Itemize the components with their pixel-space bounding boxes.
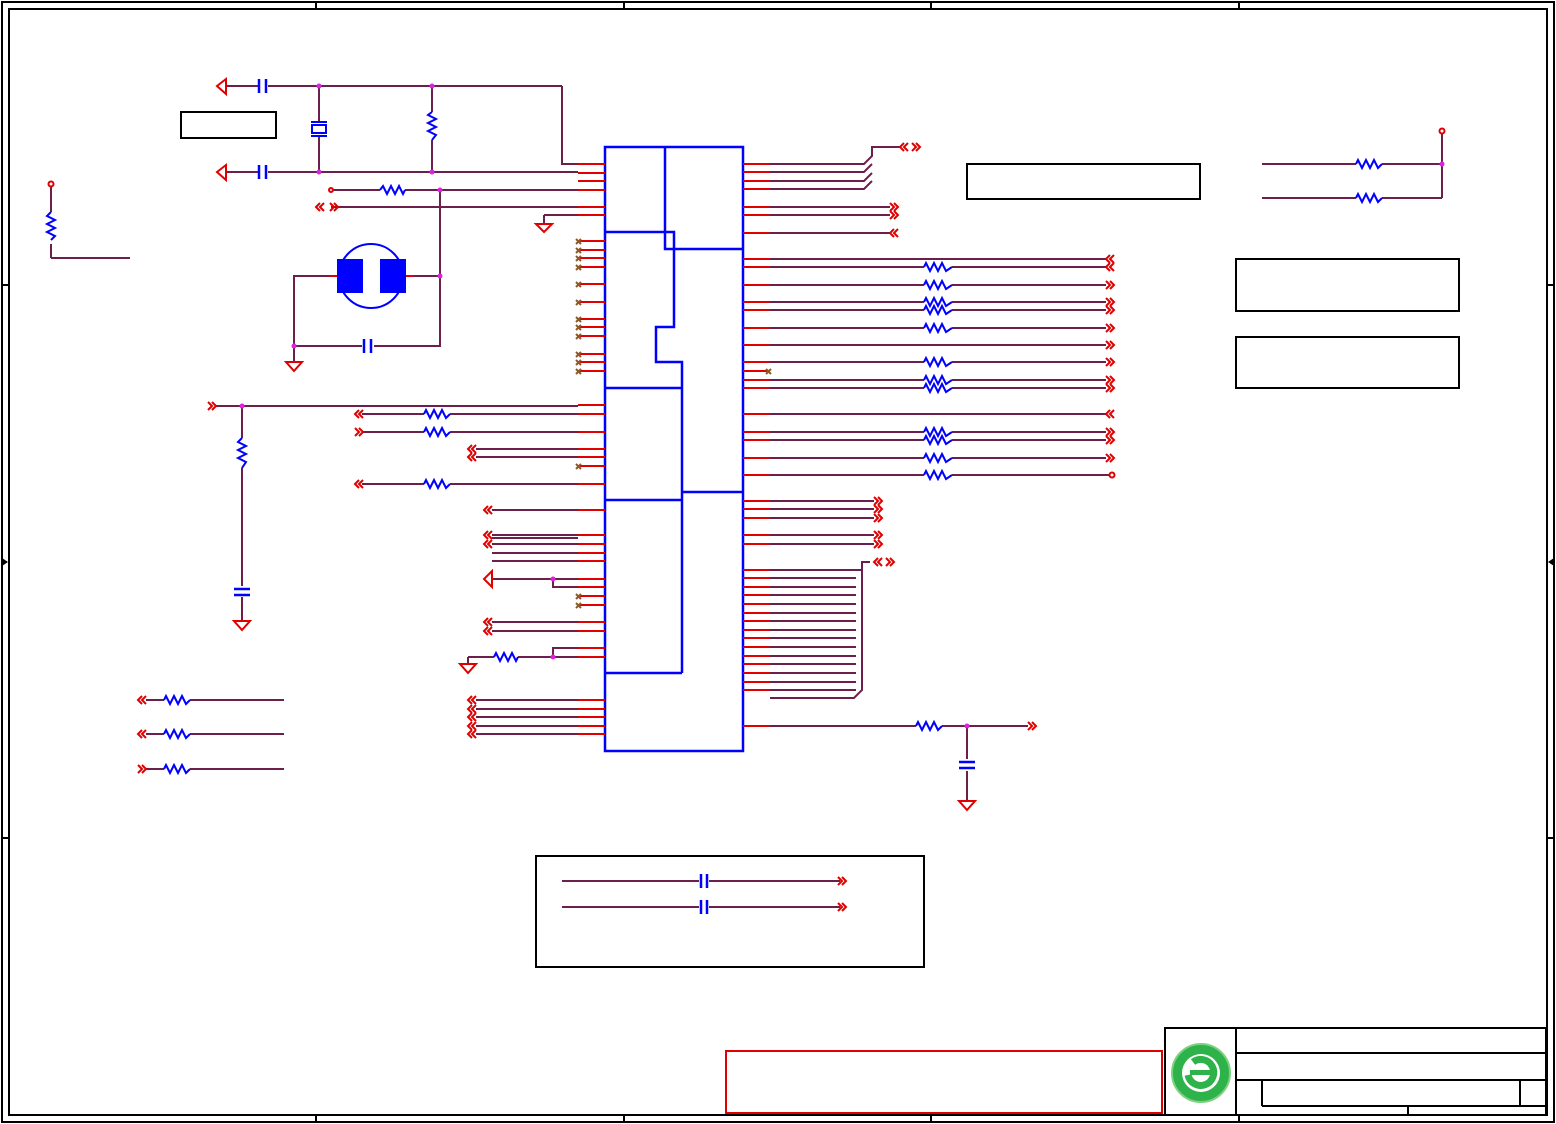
resonator-icon (329, 243, 414, 309)
resistor-icon (44, 211, 58, 241)
offpage-connector-icon (873, 496, 884, 506)
offpage-connector-icon (136, 729, 147, 739)
offpage-connector-icon (1105, 323, 1116, 333)
offpage-connector-icon (466, 695, 477, 705)
offpage-connector-icon (1105, 453, 1116, 463)
wires (50, 85, 1443, 908)
offpage-connector-icon (889, 202, 900, 212)
resistor-icon (923, 373, 953, 387)
offpage-connector-icon (466, 712, 477, 722)
ground-icon (231, 620, 253, 632)
offpage-connector-icon (1027, 721, 1038, 731)
main-ic (603, 145, 745, 753)
resistor-icon (493, 650, 519, 664)
resistor-icon (923, 295, 953, 309)
ground-icon (956, 800, 978, 812)
offpage-connector-icon (1105, 383, 1116, 393)
resistor-icon (163, 727, 191, 741)
capacitor-icon (257, 79, 268, 93)
offpage-connector-icon (354, 427, 365, 437)
resistor-icon (235, 437, 249, 469)
capacitor-icon (234, 587, 250, 597)
offpage-connector-icon (1105, 340, 1116, 350)
capacitor-icon (257, 165, 268, 179)
offpage-connector-icon (482, 539, 493, 549)
offpage-connector-icon (1105, 357, 1116, 367)
offpage-connector-icon (353, 479, 364, 489)
resistor-icon (923, 451, 953, 465)
offpage-connector-icon (1105, 280, 1116, 290)
offpage-connector-icon (872, 557, 896, 567)
capacitor-icon (959, 760, 975, 770)
offpage-connector-icon (353, 409, 364, 419)
power-port-icon (482, 568, 493, 590)
resistor-icon (425, 111, 439, 141)
offpage-connector-icon (873, 513, 884, 523)
offpage-connector-icon (889, 210, 900, 220)
offpage-connector-icon (898, 142, 922, 152)
crystal-icon (311, 121, 327, 137)
offpage-connector-icon (466, 729, 477, 739)
resistor-icon (1355, 157, 1383, 171)
resistor-icon (1355, 191, 1383, 205)
schematic-sheet (1, 1, 1555, 1123)
offpage-connector-icon (1104, 254, 1115, 264)
offpage-connector-icon (314, 202, 340, 212)
offpage-connector-icon (466, 721, 477, 731)
offpage-connector-icon (482, 530, 493, 540)
offpage-connector-icon (888, 228, 899, 238)
company-logo-icon (1171, 1043, 1231, 1103)
resistor-icon (163, 762, 191, 776)
offpage-connector-icon (873, 539, 884, 549)
capacitor-icon (699, 874, 709, 888)
offpage-connector-icon (1105, 375, 1116, 385)
offpage-connector-icon (137, 764, 148, 774)
resistor-icon (923, 260, 953, 274)
ground-icon (457, 663, 479, 675)
resistor-icon (379, 183, 406, 197)
offpage-connector-icon (1105, 435, 1116, 445)
resistor-icon (923, 468, 953, 482)
offpage-connector-icon (466, 452, 477, 462)
offpage-connector-icon (482, 626, 493, 636)
offpage-connector-icon (1105, 297, 1116, 307)
offpage-connector-icon (1104, 409, 1115, 419)
offpage-connector-icon (466, 444, 477, 454)
offpage-connector-icon (873, 530, 884, 540)
frame-arrows (2, 558, 1554, 566)
ground-icon (533, 223, 555, 234)
ic-pins-left (578, 163, 605, 735)
resistor-icon (923, 425, 953, 439)
power-port-icon (215, 76, 227, 97)
offpage-connector-icon (1104, 262, 1115, 272)
revision-note-box (725, 1050, 1163, 1114)
offpage-connector-icon (1105, 305, 1116, 315)
sheet-frame (1, 1, 1555, 1123)
offpage-connector-icon (136, 695, 147, 705)
power-port-icon (215, 162, 227, 183)
resistor-icon (923, 355, 953, 369)
capacitor-icon (699, 900, 709, 914)
resistor-icon (423, 407, 451, 421)
offpage-connector-icon (1105, 427, 1116, 437)
offpage-connector-icon (482, 617, 493, 627)
resistor-icon (915, 719, 943, 733)
resistor-icon (923, 321, 953, 335)
resistor-icon (423, 477, 451, 491)
ground-icon (283, 361, 305, 373)
resistor-icon (923, 278, 953, 292)
offpage-connector-icon (207, 401, 218, 411)
offpage-connector-icon (466, 704, 477, 714)
capacitor-icon (362, 339, 373, 353)
resistor-icon (163, 693, 191, 707)
resistor-icon (423, 425, 451, 439)
offpage-connector-icon (482, 505, 493, 515)
ic-pins-right (743, 163, 770, 727)
resistors (44, 111, 1383, 776)
note-boxes (180, 111, 1460, 968)
offpage-connector-icon (873, 504, 884, 514)
